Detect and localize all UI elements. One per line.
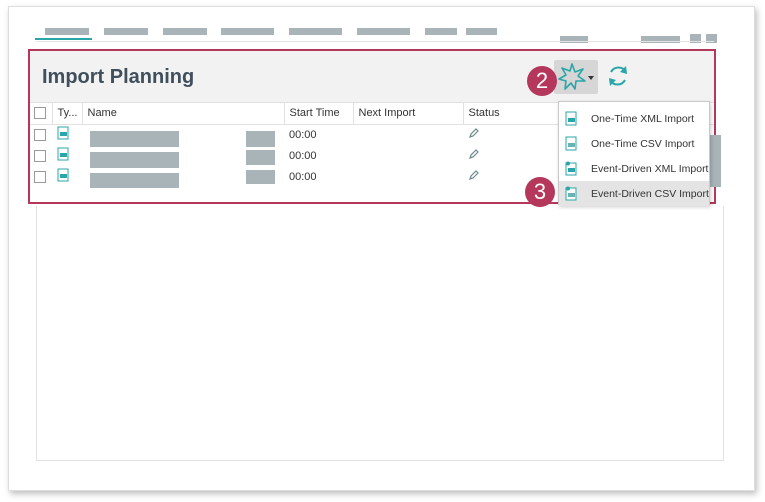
nav-tab-8[interactable] — [466, 28, 497, 35]
xml-file-icon — [57, 147, 69, 161]
redacted-name-2 — [90, 152, 179, 168]
nav-tab-2[interactable] — [104, 28, 148, 35]
row-checkbox[interactable] — [34, 149, 46, 162]
panel-header: Import Planning — [30, 51, 714, 103]
event-csv-file-icon — [565, 186, 577, 201]
nav-divider — [36, 41, 714, 42]
add-import-button[interactable] — [554, 60, 598, 94]
add-import-dropdown-menu: One-Time XML Import One-Time CSV Import … — [558, 101, 710, 206]
pencil-status-icon — [469, 170, 479, 180]
start-time-cell: 00:00 — [289, 170, 317, 183]
csv-file-icon — [565, 136, 577, 151]
nav-tab-7[interactable] — [425, 28, 457, 35]
column-header-type[interactable]: Ty... — [52, 103, 83, 125]
pencil-status-icon — [469, 128, 479, 139]
start-time-cell: 00:00 — [289, 149, 317, 162]
active-tab-indicator — [35, 38, 92, 40]
redacted-tag-3 — [246, 170, 275, 184]
empty-content-area — [36, 206, 724, 461]
menu-item-one-time-csv[interactable]: One-Time CSV Import — [559, 131, 709, 156]
row-checkbox[interactable] — [34, 170, 46, 183]
column-header-next-import[interactable]: Next Import — [353, 103, 464, 125]
chevron-down-icon — [588, 76, 594, 80]
column-header-start-time[interactable]: Start Time — [284, 103, 354, 125]
refresh-button[interactable] — [603, 61, 633, 91]
column-header-name[interactable]: Name — [82, 103, 285, 125]
nav-tab-6[interactable] — [357, 28, 410, 35]
nav-tab-3[interactable] — [163, 28, 207, 35]
select-all-header[interactable] — [30, 103, 53, 125]
nav-tab-5[interactable] — [289, 28, 342, 35]
menu-item-one-time-xml[interactable]: One-Time XML Import — [559, 106, 709, 131]
step-badge-add: 2 — [527, 66, 557, 96]
redacted-name-3 — [90, 173, 179, 188]
redacted-tag-2 — [246, 150, 275, 165]
pencil-status-icon — [469, 149, 479, 159]
menu-item-event-driven-xml[interactable]: Event-Driven XML Import — [559, 156, 709, 181]
step-badge-menu: 3 — [525, 177, 555, 207]
xml-file-icon — [565, 111, 577, 126]
xml-file-icon — [57, 168, 69, 182]
nav-tab-4[interactable] — [221, 28, 274, 35]
event-xml-file-icon — [565, 161, 577, 176]
redacted-tag-1 — [246, 131, 275, 147]
row-checkbox[interactable] — [34, 128, 46, 141]
page-title: Import Planning — [42, 66, 195, 88]
refresh-icon — [609, 66, 627, 86]
redacted-name-1 — [90, 131, 179, 147]
select-all-checkbox[interactable] — [34, 107, 46, 120]
nav-tab-1[interactable] — [45, 28, 89, 35]
table-scrollbar[interactable] — [710, 135, 721, 187]
xml-file-icon — [57, 126, 69, 140]
start-time-cell: 00:00 — [289, 128, 317, 141]
menu-item-event-driven-csv[interactable]: Event-Driven CSV Import — [559, 181, 709, 206]
sparkle-add-icon — [558, 63, 586, 90]
